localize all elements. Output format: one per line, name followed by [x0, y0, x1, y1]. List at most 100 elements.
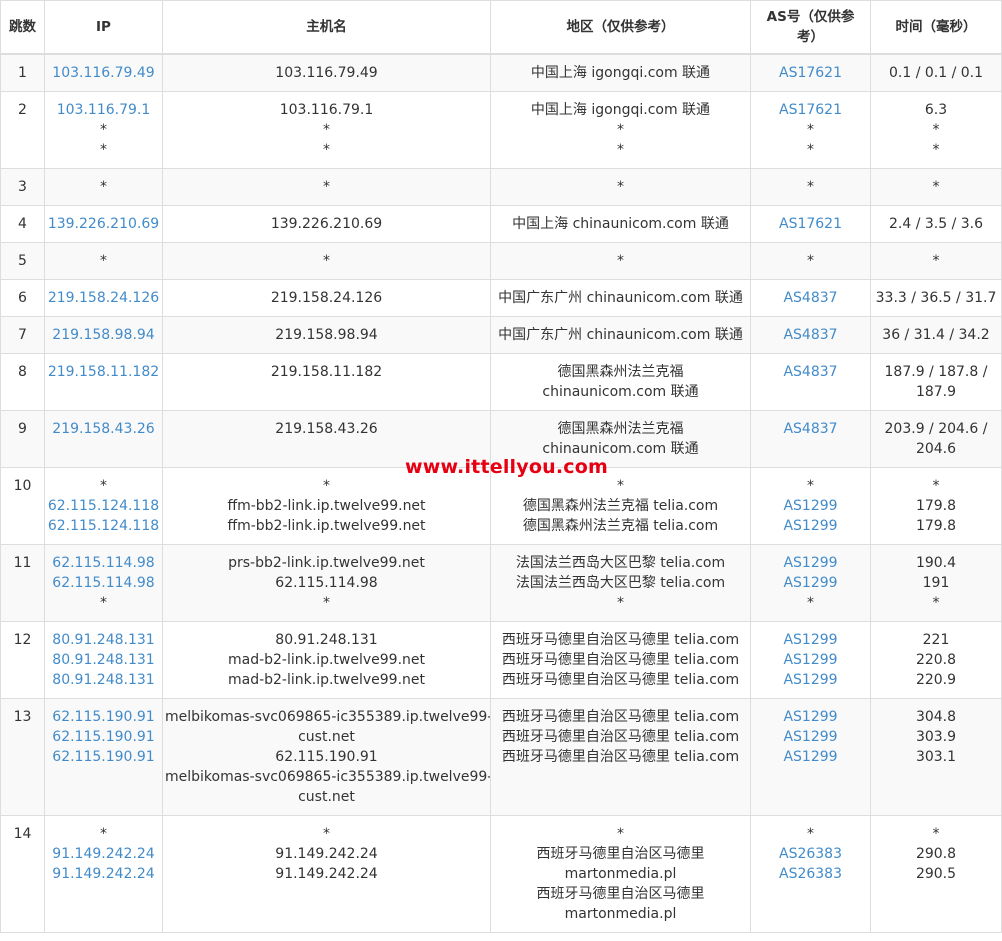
- region-line: 西班牙马德里自治区马德里 telia.com: [501, 729, 740, 745]
- host-line: 80.91.248.131: [275, 632, 378, 648]
- region-cell: *: [490, 242, 751, 280]
- ip-link[interactable]: 219.158.98.94: [47, 325, 160, 345]
- as-link[interactable]: AS1299: [753, 707, 868, 727]
- as-link[interactable]: AS1299: [753, 650, 868, 670]
- as-link[interactable]: AS4837: [753, 362, 868, 382]
- table-row: 3 * * * * *: [0, 168, 1002, 206]
- as-link[interactable]: AS1299: [753, 630, 868, 650]
- region-cell: 西班牙马德里自治区马德里 telia.com 西班牙马德里自治区马德里 telia…: [490, 621, 751, 699]
- time-line: *: [932, 478, 940, 494]
- time-line: 204.6: [915, 441, 957, 457]
- as-link[interactable]: AS17621: [753, 63, 868, 83]
- ip-cell: 62.115.114.98 62.115.114.98 *: [44, 544, 163, 622]
- as-link[interactable]: AS17621: [753, 100, 868, 120]
- ip-link[interactable]: 219.158.24.126: [47, 288, 160, 308]
- ip-link[interactable]: 62.115.124.118: [47, 496, 160, 516]
- table-row: 13 62.115.190.91 62.115.190.91 62.115.190.9…: [0, 698, 1002, 816]
- as-link[interactable]: AS26383: [753, 864, 868, 884]
- hop-cell: 14: [0, 815, 45, 933]
- region-line: 法国法兰西岛大区巴黎 telia.com: [515, 555, 726, 571]
- hop-cell: 2: [0, 91, 45, 169]
- time-line: 2.4 / 3.5 / 3.6: [888, 216, 984, 232]
- region-line: martonmedia.pl: [564, 906, 677, 922]
- hop-cell: 11: [0, 544, 45, 622]
- as-link[interactable]: AS1299: [753, 727, 868, 747]
- hostname-cell: *: [162, 242, 491, 280]
- ip-link[interactable]: 91.149.242.24: [47, 864, 160, 884]
- ip-link[interactable]: 62.115.190.91: [47, 707, 160, 727]
- header-as: AS号（仅供参考）: [750, 0, 871, 55]
- ip-link[interactable]: 103.116.79.49: [47, 63, 160, 83]
- region-line: 德国黑森州法兰克福 telia.com: [522, 498, 719, 514]
- ip-cell: 139.226.210.69: [44, 205, 163, 243]
- region-line: 西班牙马德里自治区马德里: [536, 846, 705, 862]
- region-line: 中国上海 igongqi.com 联通: [530, 65, 711, 81]
- region-line: 德国黑森州法兰克福: [557, 364, 684, 380]
- ip-link[interactable]: 62.115.114.98: [47, 553, 160, 573]
- as-line: *: [807, 478, 814, 494]
- region-line: 西班牙马德里自治区马德里 telia.com: [501, 709, 740, 725]
- table-row: 6 219.158.24.126 219.158.24.126 中国广东广州 chin…: [0, 279, 1002, 317]
- region-line: *: [617, 595, 624, 611]
- hop-cell: 9: [0, 410, 45, 468]
- region-cell: 中国广东广州 chinaunicom.com 联通: [490, 316, 751, 354]
- hostname-cell: 103.116.79.49: [162, 53, 491, 92]
- ip-link[interactable]: 139.226.210.69: [47, 214, 160, 234]
- hop-cell: 8: [0, 353, 45, 411]
- as-cell: AS1299 AS1299 AS1299: [750, 621, 871, 699]
- table-row: 7 219.158.98.94 219.158.98.94 中国广东广州 chinau…: [0, 316, 1002, 354]
- table-body: 1 103.116.79.49 103.116.79.49 中国上海 igongqi.…: [0, 53, 1002, 933]
- time-line: 304.8: [915, 709, 957, 725]
- as-link[interactable]: AS1299: [753, 747, 868, 767]
- hostname-cell: 219.158.98.94: [162, 316, 491, 354]
- ip-link[interactable]: 62.115.114.98: [47, 573, 160, 593]
- region-cell: *: [490, 168, 751, 206]
- as-link[interactable]: AS1299: [753, 516, 868, 536]
- ip-link[interactable]: 91.149.242.24: [47, 844, 160, 864]
- as-link[interactable]: AS4837: [753, 288, 868, 308]
- as-link[interactable]: AS1299: [753, 496, 868, 516]
- ip-link[interactable]: 219.158.11.182: [47, 362, 160, 382]
- region-line: *: [617, 122, 624, 138]
- host-line: ffm-bb2-link.ip.twelve99.net: [227, 498, 426, 514]
- table-row: 14 * 91.149.242.24 91.149.242.24 * 91.149.242…: [0, 815, 1002, 933]
- table-row: 8 219.158.11.182 219.158.11.182 德国黑森州法兰克福 ch…: [0, 353, 1002, 411]
- ip-link[interactable]: 80.91.248.131: [47, 650, 160, 670]
- hostname-cell: 139.226.210.69: [162, 205, 491, 243]
- hop-cell: 3: [0, 168, 45, 206]
- host-line: *: [323, 595, 330, 611]
- hop-cell: 5: [0, 242, 45, 280]
- table-row: 11 62.115.114.98 62.115.114.98 * prs-bb2-lin…: [0, 544, 1002, 622]
- as-link[interactable]: AS17621: [753, 214, 868, 234]
- time-line: *: [932, 142, 940, 158]
- region-cell: 中国上海 igongqi.com 联通: [490, 53, 751, 92]
- as-link[interactable]: AS1299: [753, 573, 868, 593]
- region-cell: 中国上海 chinaunicom.com 联通: [490, 205, 751, 243]
- ip-cell: * 62.115.124.118 62.115.124.118: [44, 467, 163, 545]
- ip-line: *: [100, 595, 107, 611]
- ip-link[interactable]: 103.116.79.1: [47, 100, 160, 120]
- host-line: *: [323, 478, 330, 494]
- as-cell: AS4837: [750, 316, 871, 354]
- ip-line: *: [100, 826, 107, 842]
- ip-link[interactable]: 62.115.190.91: [47, 747, 160, 767]
- ip-link[interactable]: 219.158.43.26: [47, 419, 160, 439]
- ip-link[interactable]: 80.91.248.131: [47, 630, 160, 650]
- time-line: 187.9: [915, 384, 957, 400]
- hop-cell: 12: [0, 621, 45, 699]
- ip-link[interactable]: 62.115.190.91: [47, 727, 160, 747]
- as-link[interactable]: AS1299: [753, 553, 868, 573]
- ip-link[interactable]: 62.115.124.118: [47, 516, 160, 536]
- host-line: *: [323, 122, 330, 138]
- as-link[interactable]: AS26383: [753, 844, 868, 864]
- time-line: 220.9: [915, 672, 957, 688]
- as-link[interactable]: AS1299: [753, 670, 868, 690]
- region-line: 德国黑森州法兰克福 telia.com: [522, 518, 719, 534]
- region-line: 西班牙马德里自治区马德里 telia.com: [501, 652, 740, 668]
- as-link[interactable]: AS4837: [753, 325, 868, 345]
- ip-link[interactable]: 80.91.248.131: [47, 670, 160, 690]
- header-time: 时间（毫秒）: [870, 0, 1002, 55]
- region-line: *: [617, 253, 624, 269]
- as-link[interactable]: AS4837: [753, 419, 868, 439]
- table-header: 跳数 IP 主机名 地区（仅供参考） AS号（仅供参考） 时间（毫秒）: [0, 0, 1002, 55]
